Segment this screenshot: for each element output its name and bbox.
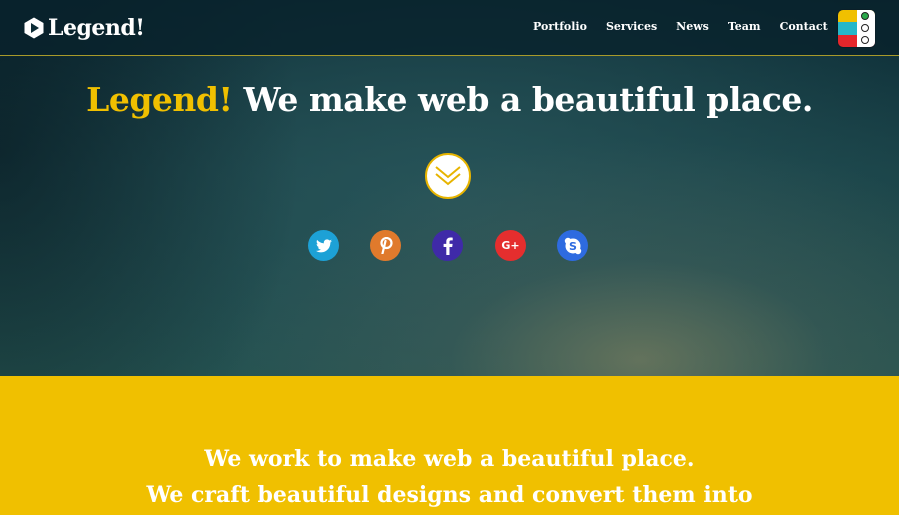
- skype-button[interactable]: S: [557, 230, 588, 261]
- pinterest-button[interactable]: [370, 230, 401, 261]
- facebook-button[interactable]: [432, 230, 463, 261]
- about-line-2: We craft beautiful designs and convert t…: [146, 482, 753, 508]
- double-chevron-down-icon: [435, 166, 461, 186]
- nav-item-services[interactable]: Services: [606, 20, 657, 33]
- nav-item-portfolio[interactable]: Portfolio: [533, 20, 587, 33]
- switcher-dot: [861, 36, 869, 44]
- svg-text:S: S: [569, 240, 577, 253]
- pinterest-icon: [379, 237, 393, 254]
- facebook-icon: [443, 237, 453, 255]
- scroll-down-button[interactable]: [425, 153, 471, 199]
- nav-item-team[interactable]: Team: [728, 20, 761, 33]
- google-plus-button[interactable]: G+: [495, 230, 526, 261]
- twitter-button[interactable]: [308, 230, 339, 261]
- twitter-icon: [315, 238, 332, 252]
- color-switcher-icon[interactable]: [837, 9, 876, 48]
- hero-accent-word: Legend!: [86, 80, 233, 119]
- hero-headline: Legend! We make web a beautiful place.: [0, 80, 899, 119]
- nav-item-contact[interactable]: Contact: [780, 20, 828, 33]
- nav-item-news[interactable]: News: [676, 20, 709, 33]
- about-line-1: We work to make web a beautiful place.: [204, 446, 695, 472]
- hero-tagline: We make web a beautiful place.: [243, 80, 813, 119]
- brand-logo[interactable]: Legend!: [24, 13, 145, 43]
- skype-icon: S: [564, 237, 581, 254]
- google-plus-icon: G+: [501, 239, 520, 252]
- main-menu: Portfolio Services News Team Contact: [533, 20, 847, 33]
- brand-name: Legend!: [48, 15, 145, 41]
- switcher-dot: [861, 24, 869, 32]
- about-text: We work to make web a beautiful place. W…: [0, 441, 899, 513]
- switcher-dot-active: [861, 12, 869, 20]
- play-logo-icon: [24, 17, 44, 39]
- top-navbar: Legend! Portfolio Services News Team Con…: [0, 0, 899, 56]
